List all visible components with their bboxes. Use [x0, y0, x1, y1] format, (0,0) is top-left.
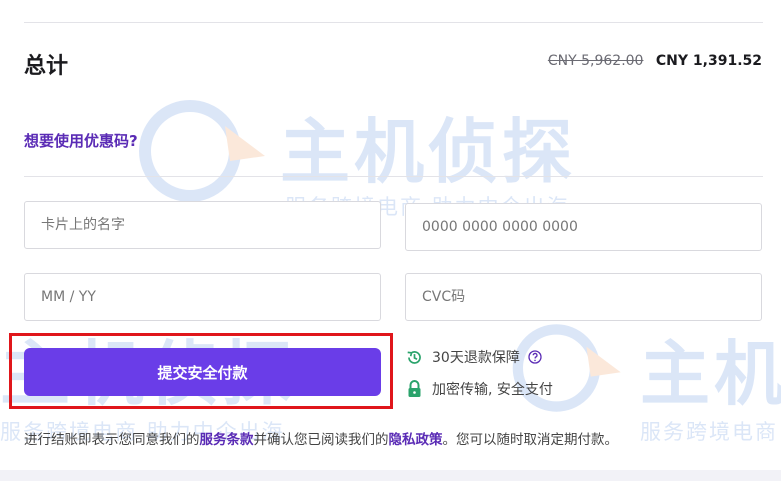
terms-suffix: 。您可以随时取消定期付款。 [442, 432, 619, 448]
cvc-input[interactable] [405, 273, 762, 321]
watermark-title-3: 主机侦探 [640, 333, 781, 415]
privacy-policy-link[interactable]: 隐私政策 [389, 432, 443, 448]
final-price: CNY 1,391.52 [655, 53, 762, 69]
footer-band [0, 470, 781, 481]
card-number-input[interactable] [405, 203, 762, 251]
submit-payment-button[interactable]: 提交安全付款 [24, 348, 381, 396]
expiry-date-input[interactable] [24, 273, 381, 321]
lock-icon [408, 380, 421, 397]
secure-payment-note: 加密传输, 安全支付 [406, 379, 553, 399]
coupon-link[interactable]: 想要使用优惠码? [24, 130, 138, 151]
original-price: CNY 5,962.00 [547, 53, 644, 69]
price-summary: CNY 5,962.00 CNY 1,391.52 [548, 53, 762, 69]
cardholder-name-input[interactable] [24, 201, 381, 249]
refund-guarantee-text: 30天退款保障 [432, 350, 520, 366]
form-divider [24, 176, 763, 177]
terms-prefix: 进行结账即表示您同意我们的 [24, 432, 200, 448]
terms-middle: 并确认您已阅读我们的 [253, 432, 389, 448]
terms-notice: 进行结账即表示您同意我们的服务条款并确认您已阅读我们的隐私政策。您可以随时取消定… [24, 428, 618, 448]
terms-of-service-link[interactable]: 服务条款 [200, 432, 254, 448]
secure-payment-text: 加密传输, 安全支付 [432, 382, 553, 398]
total-label: 总计 [24, 54, 69, 79]
refund-clock-icon [407, 350, 421, 364]
refund-guarantee: 30天退款保障 [406, 347, 551, 367]
watermark-logo-icon-2 [512, 324, 621, 412]
watermark-subtitle-3: 服务跨境电商 助力中企出海 [640, 420, 781, 444]
watermark-title: 主机侦探 [280, 111, 576, 193]
help-icon[interactable] [528, 350, 542, 364]
top-divider [24, 22, 763, 23]
watermark-logo-icon [139, 100, 265, 202]
